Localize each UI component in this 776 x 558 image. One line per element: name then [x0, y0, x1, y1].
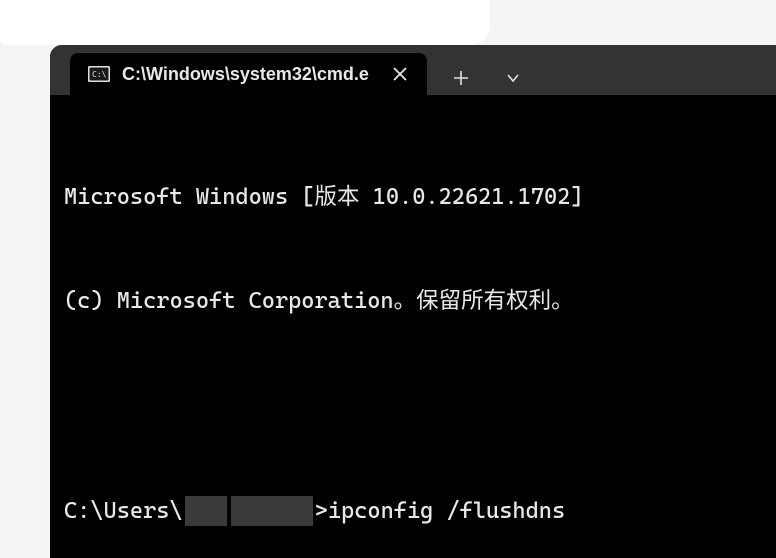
- command-text: ipconfig /flushdns: [328, 494, 565, 529]
- tab-active[interactable]: C:\ C:\Windows\system32\cmd.e: [70, 53, 427, 95]
- cmd-icon: C:\: [88, 65, 110, 83]
- banner-copyright: (c) Microsoft Corporation。保留所有权利。: [64, 284, 762, 319]
- background-window-fragment: [0, 0, 490, 45]
- tab-dropdown-icon[interactable]: [499, 64, 527, 92]
- banner-version: Microsoft Windows [版本 10.0.22621.1702]: [64, 180, 762, 215]
- prompt-prefix: C:\Users\: [64, 494, 183, 529]
- tab-title: C:\Windows\system32\cmd.e: [122, 64, 369, 85]
- terminal-output[interactable]: Microsoft Windows [版本 10.0.22621.1702] (…: [50, 95, 776, 558]
- prompt-suffix: >: [315, 494, 328, 529]
- terminal-window: C:\ C:\Windows\system32\cmd.e: [50, 45, 776, 558]
- redacted-username-part: [185, 496, 227, 526]
- blank-line: [64, 389, 762, 424]
- close-icon[interactable]: [387, 61, 413, 87]
- titlebar: C:\ C:\Windows\system32\cmd.e: [50, 45, 776, 95]
- prompt-line-1: C:\Users\ > ipconfig /flushdns: [64, 494, 762, 529]
- svg-text:C:\: C:\: [92, 70, 107, 79]
- new-tab-button[interactable]: [447, 64, 475, 92]
- redacted-username-part: [231, 496, 313, 526]
- tab-controls: [447, 61, 527, 95]
